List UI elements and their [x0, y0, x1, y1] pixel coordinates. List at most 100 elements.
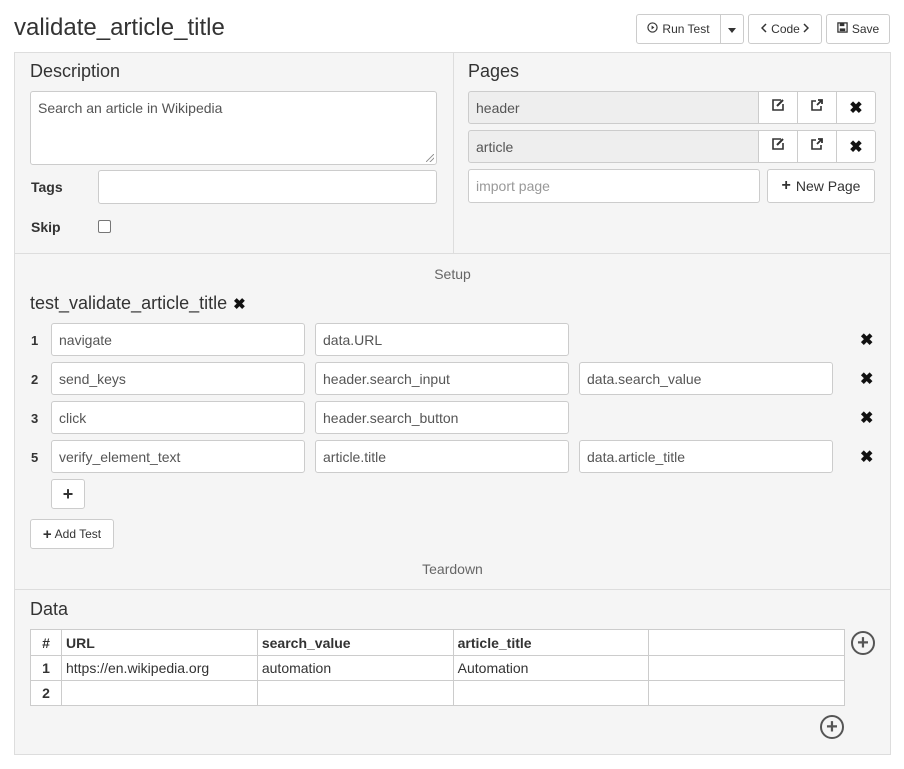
step-action: send_keys — [59, 370, 126, 387]
edit-icon — [771, 137, 785, 156]
new-page-button[interactable]: + New Page — [767, 169, 875, 203]
add-column-icon[interactable]: + — [851, 631, 875, 655]
pages-heading: Pages — [468, 61, 520, 81]
step-number: 2 — [31, 372, 39, 387]
add-test-label: Add Test — [54, 527, 102, 541]
edit-page-button[interactable] — [758, 91, 798, 124]
skip-checkbox[interactable] — [98, 220, 111, 233]
step-arg: header.search_button — [323, 409, 459, 426]
external-link-icon — [810, 137, 824, 156]
column-divider — [453, 53, 454, 253]
step-arg: data.URL — [323, 331, 383, 348]
teardown-link[interactable]: Teardown — [15, 561, 890, 577]
description-textarea[interactable]: Search an article in Wikipedia — [30, 91, 437, 165]
table-cell[interactable] — [648, 680, 845, 706]
add-test-button[interactable]: + Add Test — [30, 519, 114, 549]
tags-label: Tags — [31, 179, 63, 195]
caret-down-icon — [728, 22, 736, 36]
delete-test-icon[interactable]: ✖ — [233, 295, 246, 313]
step-number: 1 — [31, 333, 39, 348]
description-text: Search an article in Wikipedia — [38, 100, 223, 116]
step-arg: header.search_input — [323, 370, 450, 387]
table-cell[interactable] — [648, 655, 845, 681]
step-action: navigate — [59, 331, 112, 348]
step-action: verify_element_text — [59, 448, 181, 465]
column-header[interactable]: article_title — [452, 629, 650, 656]
row-number: 2 — [30, 680, 62, 706]
run-test-dropdown-button[interactable] — [721, 14, 744, 44]
add-row-icon[interactable]: + — [820, 715, 844, 739]
step-action: click — [59, 409, 87, 426]
row-number: 1 — [30, 655, 62, 681]
plus-icon: + — [781, 177, 791, 194]
column-header[interactable] — [648, 629, 845, 656]
plus-icon: + — [62, 483, 74, 504]
delete-step-icon[interactable]: ✖ — [860, 447, 873, 467]
step-arg-input[interactable]: article.title — [315, 440, 569, 473]
step-arg-input[interactable]: data.URL — [315, 323, 569, 356]
description-heading: Description — [30, 61, 121, 81]
step-arg-input[interactable]: header.search_button — [315, 401, 569, 434]
teardown-label: Teardown — [422, 561, 483, 577]
table-row: 1 https://en.wikipedia.org automation Au… — [30, 655, 845, 681]
step-action-input[interactable]: verify_element_text — [51, 440, 305, 473]
step-arg-input[interactable]: header.search_input — [315, 362, 569, 395]
play-circle-icon — [647, 22, 659, 36]
step-arg: data.article_title — [587, 448, 686, 465]
page-name: header — [476, 99, 520, 116]
column-header[interactable]: search_value — [256, 629, 454, 656]
step-number: 5 — [31, 450, 39, 465]
table-cell[interactable] — [452, 680, 650, 706]
open-page-button[interactable] — [797, 130, 837, 163]
setup-label: Setup — [434, 266, 471, 282]
tags-input[interactable] — [98, 170, 437, 204]
code-label: Code — [771, 22, 800, 36]
save-icon — [837, 22, 848, 36]
chevron-left-icon — [761, 22, 767, 36]
page-title: validate_article_title — [14, 14, 225, 41]
table-cell[interactable]: Automation — [452, 655, 650, 681]
page-name: article — [476, 138, 514, 155]
edit-page-button[interactable] — [758, 130, 798, 163]
skip-label: Skip — [31, 219, 61, 235]
delete-step-icon[interactable]: ✖ — [860, 330, 873, 350]
step-action-input[interactable]: click — [51, 401, 305, 434]
column-header: # — [30, 629, 62, 656]
divider — [15, 253, 890, 254]
column-header[interactable]: URL — [60, 629, 258, 656]
data-heading: Data — [30, 599, 69, 619]
page-item-header: header — [468, 91, 759, 124]
plus-icon: + — [42, 525, 52, 543]
step-arg-input[interactable]: data.search_value — [579, 362, 833, 395]
data-table: # URL search_value article_title 1 https… — [30, 629, 845, 706]
code-button[interactable]: Code — [748, 14, 822, 44]
run-test-button[interactable]: Run Test — [636, 14, 721, 44]
step-arg-input[interactable]: data.article_title — [579, 440, 833, 473]
import-page-placeholder: import page — [476, 178, 550, 194]
step-action-input[interactable]: send_keys — [51, 362, 305, 395]
import-page-input[interactable]: import page — [468, 169, 760, 203]
setup-link[interactable]: Setup — [15, 266, 890, 282]
step-action-input[interactable]: navigate — [51, 323, 305, 356]
step-arg: article.title — [323, 448, 387, 465]
save-label: Save — [851, 22, 880, 36]
run-test-label: Run Test — [662, 22, 710, 36]
add-step-button[interactable]: + — [51, 479, 85, 509]
save-button[interactable]: Save — [826, 14, 890, 44]
table-cell[interactable]: https://en.wikipedia.org — [60, 655, 258, 681]
delete-step-icon[interactable]: ✖ — [860, 408, 873, 428]
delete-step-icon[interactable]: ✖ — [860, 369, 873, 389]
resize-grip-icon[interactable] — [426, 154, 434, 162]
new-page-label: New Page — [795, 178, 861, 194]
table-cell[interactable] — [60, 680, 258, 706]
table-header-row: # URL search_value article_title — [30, 629, 845, 656]
table-cell[interactable]: automation — [256, 655, 454, 681]
table-row: 2 — [30, 680, 845, 706]
chevron-right-icon — [803, 22, 809, 36]
remove-page-button[interactable]: ✖ — [836, 91, 876, 124]
test-function-header: test_validate_article_title ✖ — [30, 293, 246, 314]
remove-page-button[interactable]: ✖ — [836, 130, 876, 163]
table-cell[interactable] — [256, 680, 454, 706]
open-page-button[interactable] — [797, 91, 837, 124]
test-function-name: test_validate_article_title — [30, 293, 228, 313]
